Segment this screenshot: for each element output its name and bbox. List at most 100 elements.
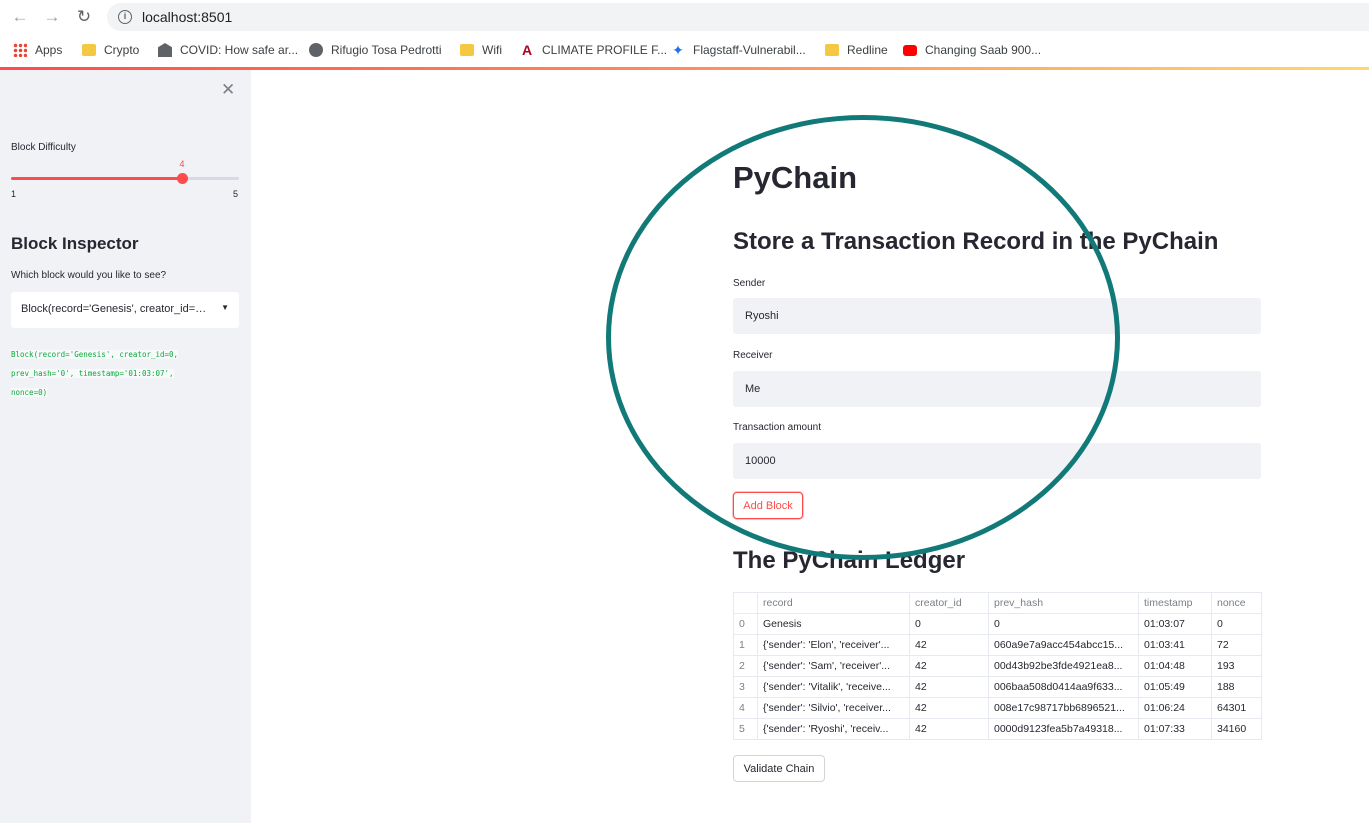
table-row: 3 {'sender': 'Vitalik', 'receive... 42 0… xyxy=(733,676,1262,698)
url-text[interactable]: localhost:8501 xyxy=(142,9,232,25)
column-header-index[interactable] xyxy=(733,592,758,614)
youtube-icon xyxy=(903,44,917,56)
prev-hash-cell[interactable]: 006baa508d0414aa9f633... xyxy=(988,676,1139,698)
block-select[interactable]: Block(record='Genesis', creator_id=0, pr… xyxy=(11,292,239,328)
receiver-label: Receiver xyxy=(733,350,773,361)
add-block-button[interactable]: Add Block xyxy=(733,492,803,519)
table-row: 2 {'sender': 'Sam', 'receiver'... 42 00d… xyxy=(733,655,1262,677)
folder-icon xyxy=(460,44,474,56)
table-row: 1 {'sender': 'Elon', 'receiver'... 42 06… xyxy=(733,634,1262,656)
slider-label: Block Difficulty xyxy=(11,142,76,153)
creator-id-cell[interactable]: 42 xyxy=(909,676,989,698)
receiver-input[interactable] xyxy=(733,371,1261,407)
prev-hash-cell[interactable]: 060a9e7a9acc454abcc15... xyxy=(988,634,1139,656)
record-cell[interactable]: Genesis xyxy=(757,613,910,635)
slider-max: 5 xyxy=(233,189,239,199)
code-line: prev_hash='0', timestamp='01:03:07', xyxy=(11,369,174,378)
timestamp-cell[interactable]: 01:06:24 xyxy=(1138,697,1212,719)
creator-id-cell[interactable]: 0 xyxy=(909,613,989,635)
folder-icon xyxy=(82,44,96,56)
record-cell[interactable]: {'sender': 'Ryoshi', 'receiv... xyxy=(757,718,910,740)
annotation-circle xyxy=(606,115,1120,560)
bookmark-flagstaff[interactable]: ✦ Flagstaff-Vulnerabil... xyxy=(671,41,806,59)
folder-icon xyxy=(825,44,839,56)
creator-id-cell[interactable]: 42 xyxy=(909,655,989,677)
prev-hash-cell[interactable]: 00d43b92be3fde4921ea8... xyxy=(988,655,1139,677)
column-header-timestamp[interactable]: timestamp xyxy=(1138,592,1212,614)
timestamp-cell[interactable]: 01:03:41 xyxy=(1138,634,1212,656)
column-header-prev-hash[interactable]: prev_hash xyxy=(988,592,1139,614)
timestamp-cell[interactable]: 01:03:07 xyxy=(1138,613,1212,635)
star-logo-icon: ✦ xyxy=(672,42,684,58)
nonce-cell[interactable]: 64301 xyxy=(1211,697,1262,719)
row-index: 2 xyxy=(733,655,758,677)
prev-hash-cell[interactable]: 008e17c98717bb6896521... xyxy=(988,697,1139,719)
browser-address-bar: ← → ↻ i localhost:8501 xyxy=(0,0,1369,34)
record-cell[interactable]: {'sender': 'Vitalik', 'receive... xyxy=(757,676,910,698)
prev-hash-cell[interactable]: 0 xyxy=(988,613,1139,635)
record-cell[interactable]: {'sender': 'Silvio', 'receiver... xyxy=(757,697,910,719)
record-cell[interactable]: {'sender': 'Sam', 'receiver'... xyxy=(757,655,910,677)
code-line: nonce=0) xyxy=(11,388,48,397)
creator-id-cell[interactable]: 42 xyxy=(909,718,989,740)
nonce-cell[interactable]: 34160 xyxy=(1211,718,1262,740)
sidebar: ✕ Block Difficulty 4 1 5 Block Inspector… xyxy=(0,70,251,823)
close-sidebar-icon[interactable]: ✕ xyxy=(221,80,235,100)
page-title: PyChain xyxy=(733,160,858,195)
column-header-record[interactable]: record xyxy=(757,592,910,614)
row-index: 5 xyxy=(733,718,758,740)
chevron-down-icon: ▼ xyxy=(221,303,229,312)
bookmark-climate-profile[interactable]: A CLIMATE PROFILE F... xyxy=(520,41,667,59)
slider-min: 1 xyxy=(11,189,17,199)
nonce-cell[interactable]: 193 xyxy=(1211,655,1262,677)
bookmark-covid[interactable]: COVID: How safe ar... xyxy=(158,41,298,59)
nonce-cell[interactable]: 0 xyxy=(1211,613,1262,635)
url-bar[interactable]: i localhost:8501 xyxy=(107,3,1369,31)
creator-id-cell[interactable]: 42 xyxy=(909,697,989,719)
record-cell[interactable]: {'sender': 'Elon', 'receiver'... xyxy=(757,634,910,656)
table-row: 4 {'sender': 'Silvio', 'receiver... 42 0… xyxy=(733,697,1262,719)
back-arrow-icon[interactable]: ← xyxy=(9,6,31,28)
code-line: Block(record='Genesis', creator_id=0, xyxy=(11,350,179,359)
nonce-cell[interactable]: 188 xyxy=(1211,676,1262,698)
bookmark-changing-saab[interactable]: Changing Saab 900... xyxy=(903,41,1041,59)
block-code-output: Block(record='Genesis', creator_id=0, pr… xyxy=(11,345,231,402)
university-logo-icon: A xyxy=(521,42,533,58)
bank-icon xyxy=(158,43,172,57)
block-inspector-title: Block Inspector xyxy=(11,234,139,253)
sender-input[interactable] xyxy=(733,298,1261,334)
bookmark-wifi[interactable]: Wifi xyxy=(460,41,502,59)
slider-fill xyxy=(11,177,182,180)
info-icon[interactable]: i xyxy=(118,10,132,24)
nonce-cell[interactable]: 72 xyxy=(1211,634,1262,656)
block-inspector-question: Which block would you like to see? xyxy=(11,270,167,281)
bookmarks-bar: Apps Crypto COVID: How safe ar... Rifugi… xyxy=(0,34,1369,67)
timestamp-cell[interactable]: 01:04:48 xyxy=(1138,655,1212,677)
slider-thumb[interactable] xyxy=(176,173,188,184)
reload-icon[interactable]: ↻ xyxy=(73,6,95,28)
bookmark-redline[interactable]: Redline xyxy=(825,41,888,59)
column-header-nonce[interactable]: nonce xyxy=(1211,592,1262,614)
slider-value: 4 xyxy=(179,159,185,169)
column-header-creator-id[interactable]: creator_id xyxy=(909,592,989,614)
row-index: 3 xyxy=(733,676,758,698)
timestamp-cell[interactable]: 01:05:49 xyxy=(1138,676,1212,698)
difficulty-slider[interactable]: 4 xyxy=(11,159,239,184)
bookmark-rifugio[interactable]: Rifugio Tosa Pedrotti xyxy=(309,41,442,59)
bookmark-crypto[interactable]: Crypto xyxy=(82,41,139,59)
bookmark-apps[interactable]: Apps xyxy=(13,41,62,59)
row-index: 1 xyxy=(733,634,758,656)
globe-icon xyxy=(309,43,323,57)
ledger-heading: The PyChain Ledger xyxy=(733,547,966,574)
creator-id-cell[interactable]: 42 xyxy=(909,634,989,656)
validate-chain-button[interactable]: Validate Chain xyxy=(733,755,825,782)
sender-label: Sender xyxy=(733,278,766,289)
table-row: 5 {'sender': 'Ryoshi', 'receiv... 42 000… xyxy=(733,718,1262,740)
amount-input[interactable] xyxy=(733,443,1261,479)
timestamp-cell[interactable]: 01:07:33 xyxy=(1138,718,1212,740)
amount-label: Transaction amount xyxy=(733,422,822,433)
prev-hash-cell[interactable]: 0000d9123fea5b7a49318... xyxy=(988,718,1139,740)
forward-arrow-icon[interactable]: → xyxy=(41,6,63,28)
row-index: 4 xyxy=(733,697,758,719)
ledger-table: record creator_id prev_hash timestamp no… xyxy=(733,592,1262,740)
